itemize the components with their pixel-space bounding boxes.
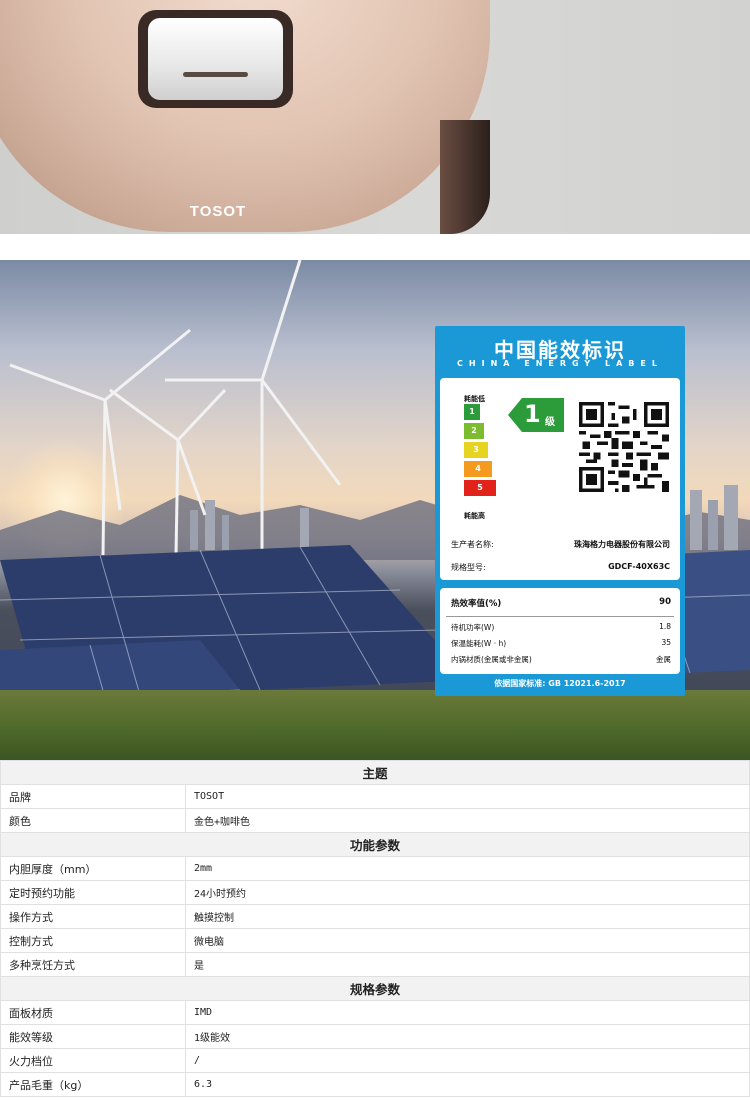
grass-field (0, 690, 750, 760)
spec-key: 面板材质 (0, 1000, 186, 1025)
energy-label-subtitle: CHINA ENERGY LABEL (457, 359, 663, 368)
model-value: GDCF-40X63C (608, 562, 670, 571)
energy-parameters-card: 热效率值(%) 90 待机功率(W) 1.8 保温能耗(W · h) 35 内锅… (440, 588, 680, 674)
qr-code-icon (579, 402, 669, 492)
keep-warm-value: 35 (661, 638, 671, 647)
spec-key: 产品毛重（kg） (0, 1072, 186, 1097)
spec-value: 6.3 (185, 1072, 750, 1097)
energy-standard: 依据国家标准: GB 12021.6-2017 (494, 679, 626, 688)
spec-value: IMD (185, 1000, 750, 1025)
standby-power-row: 待机功率(W) 1.8 (451, 622, 671, 633)
high-consumption-label: 耗能高 (464, 512, 485, 520)
spec-key: 火力档位 (0, 1048, 186, 1073)
thermal-efficiency-value: 90 (659, 597, 671, 607)
spec-value: 是 (185, 952, 750, 977)
section-header-row: 功能参数 (0, 832, 750, 857)
thermal-efficiency-row: 热效率值(%) 90 (451, 597, 671, 609)
grade-bar-5: 5 (464, 480, 496, 496)
table-row: 操作方式 触摸控制 (0, 904, 750, 929)
table-row: 内胆厚度（mm） 2mm (0, 856, 750, 881)
grade-bar-2: 2 (464, 423, 484, 439)
table-row: 定时预约功能 24小时预约 (0, 880, 750, 905)
grade-bar-3: 3 (464, 442, 488, 458)
grade-bar-4: 4 (464, 461, 492, 477)
manufacturer-value: 珠海格力电器股份有限公司 (574, 540, 670, 549)
table-row: 颜色 金色+咖啡色 (0, 808, 750, 833)
energy-label: 中国能效标识 CHINA ENERGY LABEL 耗能低 1 2 3 4 5 … (435, 326, 685, 696)
spec-key: 多种烹饪方式 (0, 952, 186, 977)
current-grade-suffix: 级 (545, 417, 555, 428)
current-grade-indicator: 1 级 (508, 398, 564, 432)
table-row: 控制方式 微电脑 (0, 928, 750, 953)
spec-value: TOSOT (185, 784, 750, 809)
brand-logo: TOSOT (189, 203, 247, 220)
section-title: 规格参数 (0, 976, 750, 1001)
lid-display-glass (148, 18, 283, 100)
spec-value: 24小时预约 (185, 880, 750, 905)
spec-key: 定时预约功能 (0, 880, 186, 905)
spec-value: 1级能效 (185, 1024, 750, 1049)
table-row: 多种烹饪方式是 (0, 952, 750, 977)
parameters-divider (446, 616, 674, 617)
inner-pot-label: 内锅材质(金属或非金属) (451, 655, 532, 664)
spec-value: / (185, 1048, 750, 1073)
inner-pot-row: 内锅材质(金属或非金属) 金属 (451, 654, 671, 665)
low-consumption-label: 耗能低 (464, 395, 485, 403)
product-photo: TOSOT (0, 0, 750, 234)
rice-cooker-rim (440, 120, 490, 234)
spec-key: 品牌 (0, 784, 186, 809)
manufacturer-label: 生产者名称: (451, 540, 494, 549)
spec-key: 操作方式 (0, 904, 186, 929)
section-title: 功能参数 (0, 832, 750, 857)
spec-table: 主题 品牌 TOSOT 颜色 金色+咖啡色 功能参数 内胆厚度（mm） 2mm 定时预… (0, 760, 750, 1097)
table-row: 火力档位 / (0, 1048, 750, 1073)
standby-power-value: 1.8 (659, 622, 671, 631)
spec-value: 触摸控制 (185, 904, 750, 929)
table-row: 能效等级 1级能效 (0, 1024, 750, 1049)
spec-key: 控制方式 (0, 928, 186, 953)
spec-value: 金色+咖啡色 (185, 808, 750, 833)
energy-grade-card: 耗能低 1 2 3 4 5 耗能高 1 级 生产者名称: 珠海格力电器股份有限公… (440, 378, 680, 580)
table-row: 产品毛重（kg） 6.3 (0, 1072, 750, 1097)
section-title: 主题 (0, 760, 750, 785)
keep-warm-row: 保温能耗(W · h) 35 (451, 638, 671, 649)
spec-key: 能效等级 (0, 1024, 186, 1049)
model-label: 规格型号: (451, 563, 486, 572)
thermal-efficiency-label: 热效率值(%) (451, 599, 502, 609)
table-row: 品牌 TOSOT (0, 784, 750, 809)
spec-key: 内胆厚度（mm） (0, 856, 186, 881)
section-header-row: 规格参数 (0, 976, 750, 1001)
current-grade-number: 1 (524, 400, 541, 428)
grade-bar-1: 1 (464, 404, 480, 420)
spec-value: 微电脑 (185, 928, 750, 953)
spec-value: 2mm (185, 856, 750, 881)
table-row: 面板材质 IMD (0, 1000, 750, 1025)
lid-indicator-slot (183, 72, 248, 77)
keep-warm-label: 保温能耗(W · h) (451, 639, 507, 648)
standby-power-label: 待机功率(W) (451, 623, 495, 632)
inner-pot-value: 金属 (656, 655, 671, 664)
spec-key: 颜色 (0, 808, 186, 833)
section-header-row: 主题 (0, 760, 750, 785)
